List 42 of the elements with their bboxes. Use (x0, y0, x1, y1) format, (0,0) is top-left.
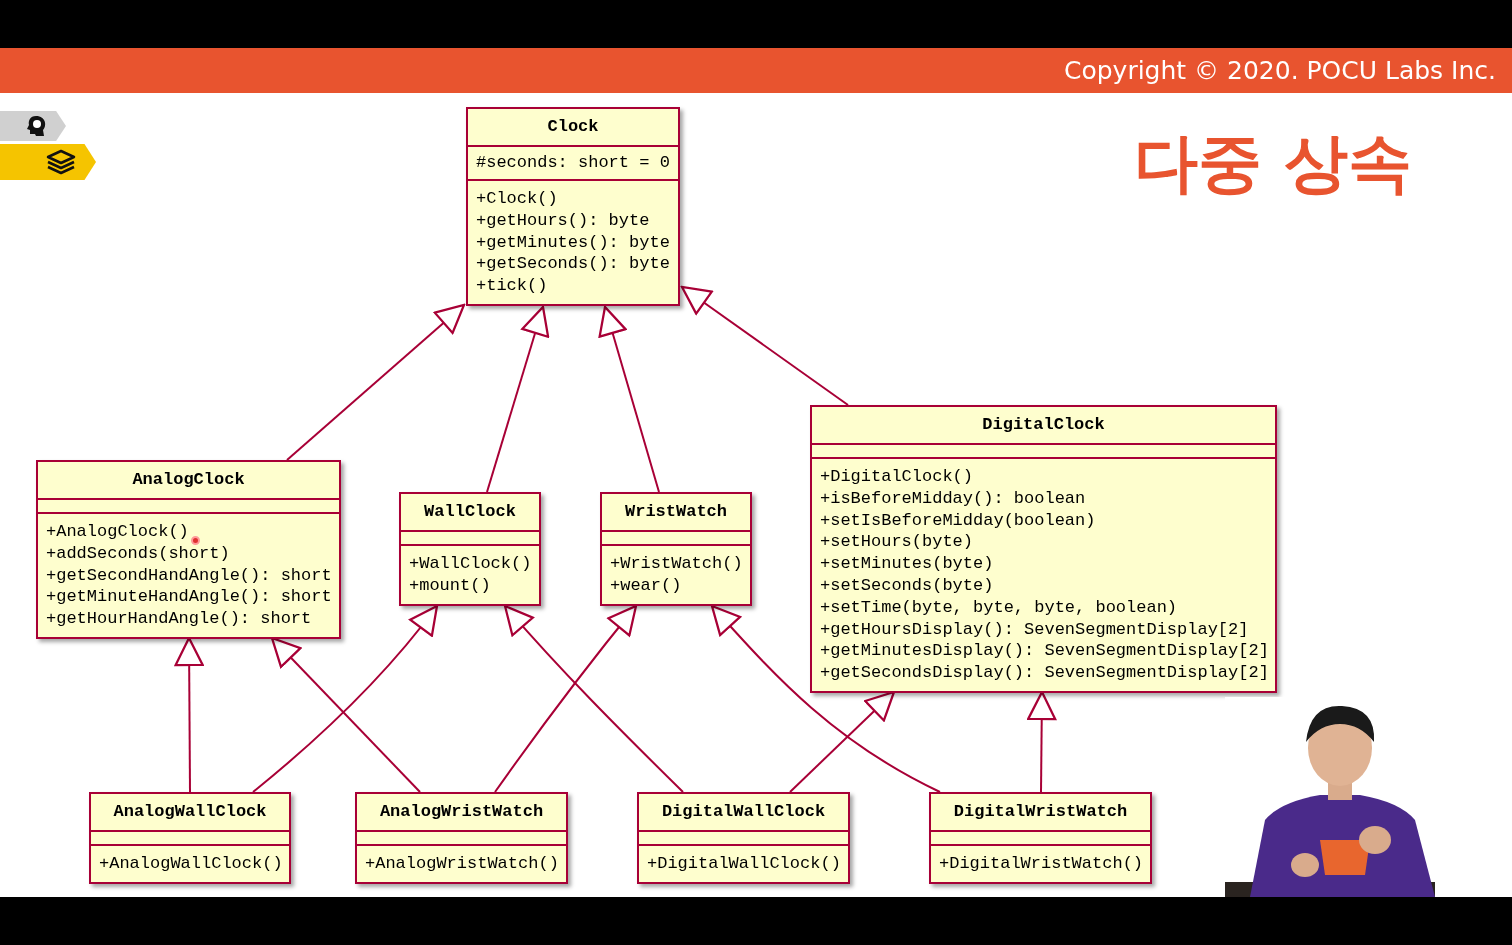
class-attribute: #seconds: short = 0 (476, 152, 670, 174)
class-name: AnalogWristWatch (379, 801, 544, 824)
class-method: +wear() (610, 574, 682, 597)
class-method: +setHours(byte) (820, 531, 974, 554)
class-method: +AnalogClock() (46, 521, 189, 543)
class-method: +getMinutesDisplay(): SevenSegmentDisplay[2] (820, 640, 1269, 663)
class-method: +isBeforeMidday(): boolean (820, 487, 1086, 510)
class-method: +WristWatch() (610, 553, 743, 575)
class-method: +setMinutes(byte) (820, 553, 994, 575)
class-method: +tick() (476, 275, 548, 297)
class-method: +DigitalWallClock() (647, 853, 841, 875)
class-name: DigitalWallClock (661, 801, 826, 824)
class-method: +setIsBeforeMidday(boolean) (820, 509, 1096, 532)
class-method: +addSeconds(short) (46, 542, 230, 565)
class-method: +getSeconds(): byte (476, 253, 670, 276)
class-method: +getHoursDisplay(): SevenSegmentDisplay[2] (820, 618, 1249, 641)
copyright-text: Copyright © 2020. POCU Labs Inc. (1063, 54, 1496, 87)
class-method: +setSeconds(byte) (820, 575, 994, 597)
class-method: +getMinutes(): byte (476, 231, 670, 254)
class-method: +getSecondHandAngle(): short (46, 564, 332, 587)
class-name: DigitalWristWatch (953, 801, 1128, 824)
class-method: +getHourHandAngle(): short (46, 608, 312, 630)
class-name: AnalogWallClock (113, 801, 267, 824)
class-name: WallClock (424, 501, 516, 524)
class-method: +setTime(byte, byte, byte, boolean) (820, 596, 1178, 619)
class-method: +WallClock() (409, 553, 532, 575)
class-name: WristWatch (625, 501, 727, 524)
class-method: +AnalogWallClock() (99, 853, 283, 875)
class-method: +DigitalWristWatch() (939, 853, 1144, 875)
class-method: +mount() (409, 574, 491, 597)
slide-title: 다중 상속 (1134, 131, 1413, 195)
class-method: +AnalogWristWatch() (365, 853, 559, 875)
class-method: +DigitalClock() (820, 466, 974, 488)
class-name: Clock (547, 116, 599, 139)
class-name: DigitalClock (982, 414, 1105, 437)
class-name: AnalogClock (132, 469, 245, 492)
head-icon (26, 115, 48, 137)
class-method: +getMinuteHandAngle(): short (46, 586, 332, 609)
class-method: +getHours(): byte (476, 209, 650, 232)
class-method: +getSecondsDisplay(): SevenSegmentDisplay[2] (820, 662, 1269, 684)
layers-icon (46, 149, 76, 175)
class-method: +Clock() (476, 188, 558, 210)
